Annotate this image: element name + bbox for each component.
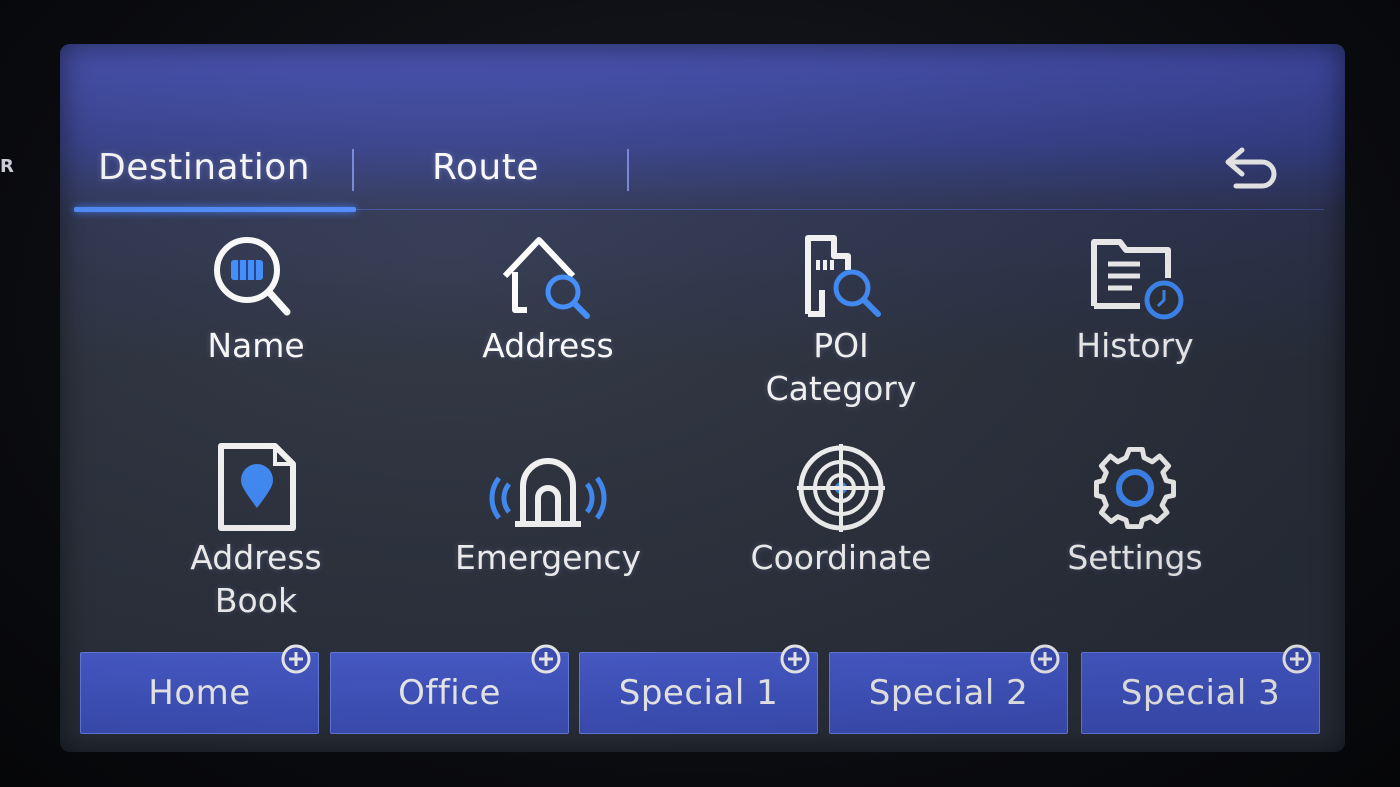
quick-button-special-2[interactable]: Special 2 xyxy=(829,644,1068,734)
quick-button-label: Special 1 xyxy=(618,673,779,713)
menu-item-history[interactable]: History xyxy=(1005,230,1265,367)
tab-destination[interactable]: Destination xyxy=(98,147,310,188)
menu-label-name: Name xyxy=(207,326,305,365)
house-search-icon xyxy=(502,237,590,319)
menu-label-poi-line2: Category xyxy=(765,369,917,408)
back-arrow-icon xyxy=(1225,147,1277,189)
quick-button-special-3[interactable]: Special 3 xyxy=(1081,644,1320,734)
menu-label-poi-line1: POI xyxy=(813,326,869,365)
menu-item-coordinate[interactable]: Coordinate xyxy=(711,442,971,579)
tab-bar: Destination Route xyxy=(60,139,1345,214)
poi-search-icon xyxy=(805,235,881,317)
plus-circle-icon[interactable] xyxy=(1281,643,1313,675)
quick-button-office[interactable]: Office xyxy=(330,644,569,734)
menu-item-name[interactable]: Name xyxy=(126,230,386,367)
destination-menu-grid: Name Address POI Category History Addres… xyxy=(60,224,1345,644)
tab-divider xyxy=(352,149,354,191)
menu-label-emergency: Emergency xyxy=(454,538,642,577)
tab-route[interactable]: Route xyxy=(432,147,539,188)
menu-label-settings: Settings xyxy=(1067,538,1203,577)
menu-label-history: History xyxy=(1076,326,1194,365)
emergency-signal-icon xyxy=(489,458,607,527)
tab-divider xyxy=(627,149,629,191)
search-icon xyxy=(214,237,291,316)
plus-circle-icon[interactable] xyxy=(779,643,811,675)
quick-button-home[interactable]: Home xyxy=(80,644,319,734)
menu-label-address: Address xyxy=(482,326,614,365)
quick-button-label: Office xyxy=(398,673,501,713)
quick-destination-bar: Home Office Special 1 Special 2 Special … xyxy=(60,644,1345,752)
menu-item-poi-category[interactable]: POI Category xyxy=(711,230,971,410)
quick-button-label: Special 2 xyxy=(868,673,1029,713)
bezel-mark: R xyxy=(0,156,14,177)
menu-item-address-book[interactable]: Address Book xyxy=(126,442,386,622)
back-button[interactable] xyxy=(1220,142,1284,192)
quick-button-special-1[interactable]: Special 1 xyxy=(579,644,818,734)
menu-label-address-book-line2: Book xyxy=(214,581,298,620)
active-tab-indicator xyxy=(74,207,356,212)
plus-circle-icon[interactable] xyxy=(1029,643,1061,675)
quick-button-label: Home xyxy=(148,673,251,713)
crosshair-target-icon xyxy=(797,444,885,532)
navigation-screen: Destination Route Name Address POI Categ… xyxy=(60,44,1345,752)
menu-label-coordinate: Coordinate xyxy=(750,538,932,577)
gear-icon xyxy=(1094,447,1176,529)
quick-button-label: Special 3 xyxy=(1120,673,1281,713)
folder-clock-icon xyxy=(1091,239,1184,320)
menu-label-address-book-line1: Address xyxy=(190,538,322,577)
plus-circle-icon[interactable] xyxy=(280,643,312,675)
menu-item-emergency[interactable]: Emergency xyxy=(418,442,678,579)
plus-circle-icon[interactable] xyxy=(530,643,562,675)
menu-item-settings[interactable]: Settings xyxy=(1005,442,1265,579)
document-pin-icon xyxy=(218,443,296,531)
menu-item-address[interactable]: Address xyxy=(418,230,678,367)
